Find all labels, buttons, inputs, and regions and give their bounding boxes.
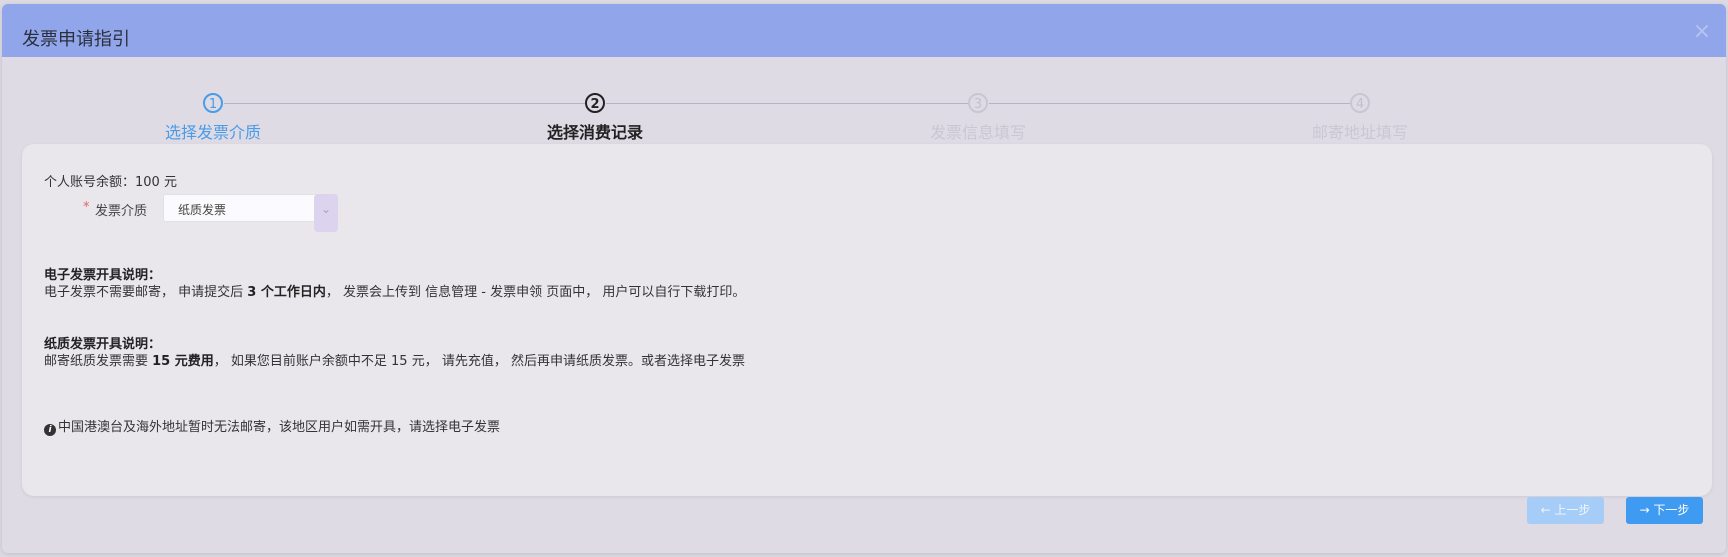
invoice-medium-select[interactable]: 纸质发票 ⌄: [163, 194, 338, 232]
select-value: 纸质发票: [178, 203, 227, 217]
notice-text: 中国港澳台及海外地址暂时无法邮寄，该地区用户如需开具，请选择电子发票: [58, 420, 501, 435]
text-highlight: 3 个工作日内: [247, 285, 326, 300]
chevron-down-icon[interactable]: ⌄: [314, 194, 338, 232]
next-step-button[interactable]: → 下一步: [1626, 497, 1703, 524]
step-label: 选择发票介质: [164, 123, 261, 142]
step-number: 4: [1350, 93, 1370, 113]
text-segment: ， 如果您目前账户余额中不足 15 元， 请先充值， 然后再申请纸质发票。或者选…: [213, 354, 745, 369]
step-number: 1: [203, 93, 223, 113]
info-icon: i: [44, 424, 56, 436]
text-segment: 邮寄纸质发票需要: [44, 354, 153, 369]
close-icon[interactable]: ×: [1692, 21, 1712, 43]
invoice-medium-field: * 发票介质 纸质发票 ⌄: [22, 194, 422, 232]
electronic-invoice-text: 电子发票不需要邮寄， 申请提交后 3 个工作日内， 发票会上传到 信息管理 - …: [44, 281, 745, 300]
invoice-medium-label: 发票介质: [95, 204, 148, 219]
step-number: 2: [585, 93, 605, 113]
text-highlight: 15 元费用: [152, 354, 214, 369]
prev-step-button[interactable]: ← 上一步: [1527, 497, 1604, 524]
step-label: 选择消费记录: [546, 123, 643, 142]
paper-invoice-text: 邮寄纸质发票需要 15 元费用， 如果您目前账户余额中不足 15 元， 请先充值…: [44, 350, 745, 369]
dialog-title: 发票申请指引: [22, 29, 130, 50]
step-4: 4 邮寄地址填写: [1260, 84, 1460, 143]
text-segment: ， 发票会上传到 信息管理 - 发票申领 页面中， 用户可以自行下载打印。: [325, 285, 746, 300]
dialog-header: 发票申请指引 ×: [2, 4, 1726, 57]
step-2[interactable]: 2 选择消费记录: [495, 84, 695, 143]
step-1[interactable]: 1 选择发票介质: [113, 84, 313, 143]
text-segment: 电子发票不需要邮寄， 申请提交后: [44, 285, 248, 300]
step-label: 发票信息填写: [929, 123, 1026, 142]
account-balance: 个人账号余额：100 元: [44, 175, 177, 190]
required-mark: *: [83, 200, 90, 215]
step-number: 3: [968, 93, 988, 113]
content-card: 个人账号余额：100 元 * 发票介质 纸质发票 ⌄ 电子发票开具说明： 电子发…: [22, 144, 1712, 496]
step-3: 3 发票信息填写: [878, 84, 1078, 143]
step-label: 邮寄地址填写: [1311, 123, 1408, 142]
stepper: 1 选择发票介质 2 选择消费记录 3 发票信息填写 4 邮寄地址填写: [2, 84, 1726, 144]
overseas-notice: i 中国港澳台及海外地址暂时无法邮寄，该地区用户如需开具，请选择电子发票: [44, 416, 500, 436]
invoice-guide-dialog: 发票申请指引 × 1 选择发票介质 2 选择消费记录 3 发票信息填写 4 邮寄…: [2, 4, 1726, 553]
